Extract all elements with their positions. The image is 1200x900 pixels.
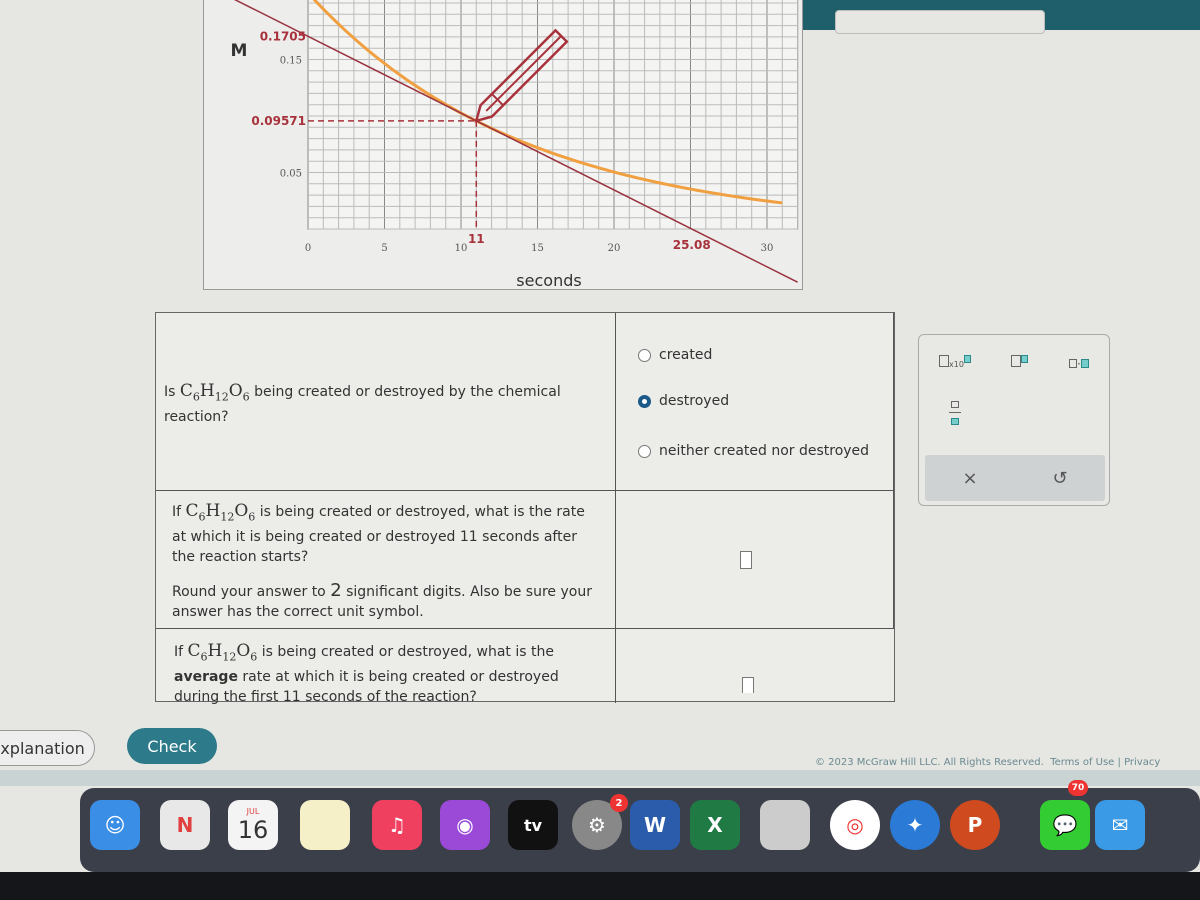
clear-button[interactable]: × [962,468,977,489]
q1-text: Is C6H12O6 being created or destroyed by… [164,381,561,426]
appletv-icon[interactable]: tv [508,800,558,850]
y-tick-label: 0.05 [280,169,302,180]
news-icon[interactable]: N [160,800,210,850]
messages-badge: 70 [1068,780,1088,796]
top-field[interactable] [835,10,1045,34]
preview-icon[interactable] [760,800,810,850]
toolbox-actions: × ↺ [925,455,1105,501]
mail-icon[interactable]: ✉ [1095,800,1145,850]
multiply-dot-button[interactable]: · [1069,357,1089,371]
footer-links: © 2023 McGraw Hill LLC. All Rights Reser… [815,757,1161,768]
annotation-x-intercept: 25.08 [673,238,711,252]
annotation-x-value: 11 [468,232,485,246]
safari-icon[interactable]: ✦ [890,800,940,850]
chrome-icon[interactable]: ◎ [830,800,880,850]
option-label: neither created nor destroyed [659,443,870,459]
radio-neither[interactable] [638,444,651,458]
footer-bar [0,770,1200,786]
powerpoint-icon[interactable]: P [950,800,1000,850]
undo-button[interactable]: ↺ [1052,468,1067,489]
privacy-link[interactable]: Privacy [1124,757,1160,768]
option-label: destroyed [659,393,730,409]
radio-destroyed[interactable] [638,394,651,408]
q2-rounding-note: Round your answer to 2 significant digit… [172,580,592,621]
explanation-button[interactable]: Explanation [0,730,95,766]
option-label: created [659,347,713,363]
notes-icon[interactable] [300,800,350,850]
x-tick-label: 20 [608,243,621,254]
q3-answer-input[interactable] [742,677,754,693]
word-icon[interactable]: W [630,800,680,850]
superscript-button[interactable] [1011,355,1028,370]
option-created[interactable]: created [638,347,712,363]
terms-link[interactable]: Terms of Use [1050,757,1114,768]
music-icon[interactable]: ♫ [372,800,422,850]
math-toolbox: x10 · × ↺ [918,334,1110,506]
q2-text: If C6H12O6 is being created or destroyed… [172,501,585,566]
q3-text: If C6H12O6 is being created or destroyed… [174,641,559,706]
q2-answer-cell [616,491,894,629]
copyright: © 2023 McGraw Hill LLC. All Rights Reser… [815,757,1044,768]
x-tick-label: 15 [531,243,544,254]
annotation-y-intercept: 0.1705 [260,29,306,43]
graph-panel[interactable]: 0 5 10 15 20 30 0.05 0.15 seconds M 0.1705 0.09571 1… [203,0,803,290]
x-tick-label: 5 [381,243,387,254]
calendar-icon[interactable]: JUL 16 [228,800,278,850]
concentration-chart[interactable]: 0 5 10 15 20 30 0.05 0.15 seconds M 0.1705 0.09571 1… [204,0,804,291]
podcasts-icon[interactable]: ◉ [440,800,490,850]
check-button[interactable]: Check [127,728,217,764]
desk-edge [0,872,1200,900]
x-axis-label: seconds [516,271,581,290]
annotation-y-value: 0.09571 [251,114,306,128]
option-neither[interactable]: neither created nor destroyed [638,443,869,459]
excel-icon[interactable]: X [690,800,740,850]
q2-answer-input[interactable] [740,551,752,569]
sci-notation-button[interactable]: x10 [939,355,971,370]
fraction-button[interactable] [949,397,961,428]
question-table: Is C6H12O6 being created or destroyed by… [155,312,895,705]
finder-icon[interactable]: ☺ [90,800,140,850]
radio-created[interactable] [638,348,651,362]
y-axis-label: M [231,41,248,61]
x-tick-label: 0 [305,243,311,254]
settings-badge: 2 [610,794,628,812]
x-tick-label: 30 [761,243,774,254]
messages-icon[interactable]: 💬 [1040,800,1090,850]
option-destroyed[interactable]: destroyed [638,393,729,409]
y-tick-label: 0.15 [280,56,302,67]
x-tick-label: 10 [455,243,468,254]
